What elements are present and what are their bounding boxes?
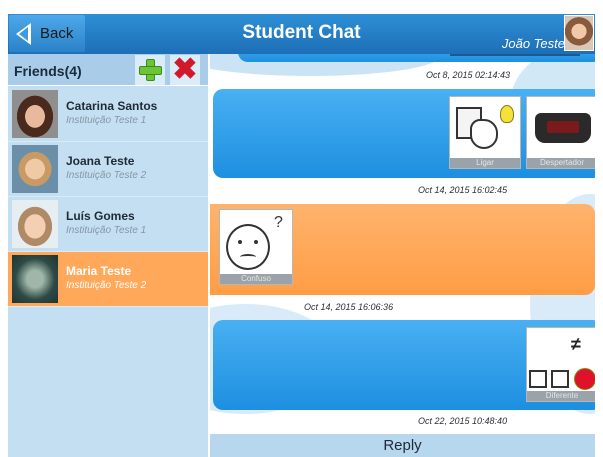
message-bubble[interactable]: ≠ Diferente: [213, 320, 595, 410]
pictogram-card[interactable]: ? Confuso: [219, 209, 293, 285]
friend-name: Luís Gomes: [66, 209, 135, 223]
message-timestamp: Oct 8, 2015 02:14:43: [426, 70, 511, 80]
avatar: [12, 90, 58, 138]
avatar: [12, 255, 58, 303]
hand-pointer-icon: [470, 119, 498, 149]
app-window: Back Student Chat João Teste Friends(4) …: [8, 14, 595, 457]
current-user-name: João Teste: [501, 36, 565, 51]
message-timestamp: Oct 14, 2015 16:02:45: [418, 185, 508, 195]
message-bubble[interactable]: Ligar Despertador: [213, 89, 595, 178]
reply-button[interactable]: Reply: [210, 433, 595, 457]
friend-list: Catarina Santos Instituição Teste 1 Joan…: [8, 87, 208, 307]
friend-name: Maria Teste: [66, 264, 132, 278]
message-bubble[interactable]: ? Confuso: [210, 204, 595, 295]
circle-icon: [574, 368, 595, 390]
avatar: [12, 145, 58, 193]
pictogram-caption: Despertador: [527, 158, 595, 168]
square-icon: [529, 370, 547, 388]
pictogram-caption: Confuso: [220, 274, 292, 284]
pictogram-card[interactable]: Despertador: [526, 96, 595, 169]
confused-face-icon: [226, 224, 270, 270]
chat-history[interactable]: Oct 8, 2015 02:14:43 Ligar Despertador O…: [210, 54, 595, 433]
remove-friend-button[interactable]: ✖: [170, 55, 200, 85]
close-icon: ✖: [172, 53, 198, 86]
friend-institution: Instituição Teste 1: [66, 225, 147, 236]
alarm-clock-icon: [535, 113, 591, 143]
friend-name: Catarina Santos: [66, 99, 158, 113]
list-item[interactable]: Maria Teste Instituição Teste 2: [8, 252, 208, 307]
pictogram-caption: Ligar: [450, 158, 520, 168]
message-timestamp: Oct 22, 2015 10:48:40: [418, 416, 508, 426]
list-item[interactable]: Catarina Santos Instituição Teste 1: [8, 87, 208, 142]
friends-toolbar: Friends(4) ✖: [8, 54, 208, 86]
scroll-indicator: [450, 54, 580, 56]
friends-count-label: Friends(4): [14, 63, 82, 79]
friend-institution: Instituição Teste 2: [66, 280, 147, 291]
question-mark: ?: [274, 214, 283, 231]
message-timestamp: Oct 14, 2015 16:06:36: [304, 302, 394, 312]
square-icon: [551, 370, 569, 388]
add-friend-button[interactable]: [135, 55, 165, 85]
friend-institution: Instituição Teste 1: [66, 115, 147, 126]
avatar: [12, 200, 58, 248]
pictogram-card[interactable]: Ligar: [449, 96, 521, 169]
list-item[interactable]: Luís Gomes Instituição Teste 1: [8, 197, 208, 252]
friend-name: Joana Teste: [66, 154, 135, 168]
avatar[interactable]: [564, 15, 594, 51]
friend-institution: Instituição Teste 2: [66, 170, 147, 181]
friends-sidebar: Friends(4) ✖ Catarina Santos Instituição…: [8, 54, 208, 457]
not-equal-symbol: ≠: [571, 334, 581, 354]
list-item[interactable]: Joana Teste Instituição Teste 2: [8, 142, 208, 197]
pictogram-caption: Diferente: [527, 391, 595, 401]
lightbulb-icon: [500, 105, 514, 123]
pictogram-card[interactable]: ≠ Diferente: [526, 327, 595, 402]
header-bar: Back Student Chat João Teste: [8, 14, 595, 54]
